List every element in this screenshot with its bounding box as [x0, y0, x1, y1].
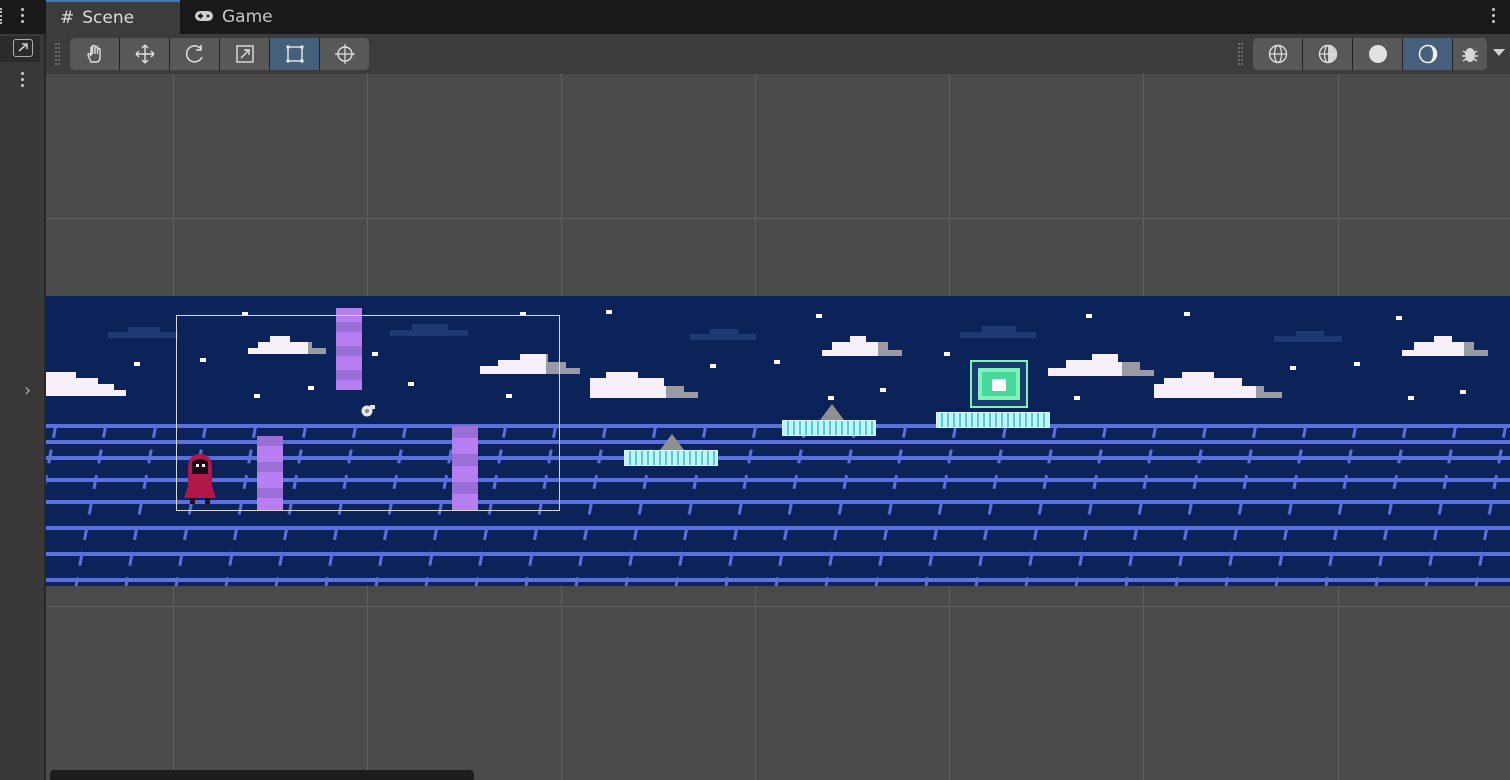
toolbar-grip-right-icon[interactable] — [1238, 43, 1243, 65]
star — [774, 360, 780, 364]
spike-hazard[interactable] — [660, 434, 684, 450]
star — [1290, 366, 1296, 370]
scene-view[interactable] — [46, 74, 1510, 780]
debug-dropdown-chevron-icon[interactable] — [1493, 49, 1505, 56]
tab-scene-label: Scene — [82, 8, 135, 28]
move-icon — [135, 44, 154, 64]
scale-tool-button[interactable] — [220, 38, 269, 70]
star — [880, 388, 886, 392]
star — [944, 352, 950, 356]
window-menu-icon[interactable] — [1488, 6, 1498, 26]
star — [1460, 390, 1466, 394]
bug-icon — [1462, 48, 1478, 62]
window-tab-bar: # Scene Game — [0, 0, 1510, 34]
shaded-wireframe-button[interactable] — [1303, 38, 1352, 70]
rotate-icon — [185, 45, 203, 63]
star — [606, 310, 612, 314]
star — [1184, 312, 1190, 316]
rotate-tool-button[interactable] — [170, 38, 219, 70]
grid-line — [46, 218, 1510, 219]
star — [710, 364, 716, 368]
shaded-wireframe-sphere-icon — [1318, 44, 1337, 64]
pane-menu-icon[interactable] — [17, 6, 27, 26]
transform-icon — [334, 44, 355, 64]
transform-tool-button[interactable] — [320, 38, 369, 70]
star — [1086, 314, 1092, 318]
unlit-shading-button[interactable] — [1403, 38, 1452, 70]
shaded-button[interactable] — [1353, 38, 1402, 70]
debug-mode-button[interactable] — [1453, 38, 1487, 70]
expand-panel-icon[interactable]: › — [24, 380, 31, 401]
tab-game[interactable]: Game — [194, 0, 273, 34]
hash-icon: # — [60, 8, 75, 28]
overlay-menu-icon[interactable] — [17, 70, 27, 90]
tab-game-label: Game — [222, 7, 273, 27]
ice-platform[interactable] — [782, 420, 876, 436]
wireframe-sphere-icon — [1268, 44, 1287, 64]
star — [1354, 362, 1360, 366]
portal-inner — [978, 368, 1020, 400]
star — [1074, 396, 1080, 400]
camera-bounds-frame — [176, 315, 560, 511]
spike-hazard[interactable] — [820, 404, 844, 420]
shaded-sphere-icon — [1368, 45, 1387, 63]
gamepad-icon — [194, 7, 214, 27]
transform-tools-group — [70, 38, 369, 70]
pane-grip-icon[interactable] — [0, 8, 6, 24]
star — [816, 314, 822, 318]
unlit-sphere-icon — [1418, 44, 1437, 64]
scale-icon — [235, 45, 254, 63]
wireframe-shading-button[interactable] — [1253, 38, 1302, 70]
rect-transform-icon — [286, 45, 303, 63]
bottom-overlay-toolbar[interactable] — [50, 770, 474, 780]
hand-icon — [86, 44, 101, 63]
star — [134, 362, 140, 366]
shading-modes-group — [1253, 38, 1487, 70]
overlay-toggle[interactable] — [0, 36, 40, 62]
star — [1408, 396, 1414, 400]
toolbar-grip-icon[interactable] — [55, 43, 60, 65]
ice-platform[interactable] — [624, 450, 718, 466]
goal-portal[interactable] — [970, 360, 1028, 408]
star — [828, 396, 834, 400]
move-tool-button[interactable] — [120, 38, 169, 70]
tab-scene[interactable]: # Scene — [46, 0, 180, 34]
portal-core — [992, 379, 1006, 391]
hand-tool-button[interactable] — [70, 38, 119, 70]
left-side-strip — [0, 34, 46, 780]
grid-line — [46, 606, 1510, 607]
ice-platform[interactable] — [936, 412, 1050, 428]
rect-tool-button[interactable] — [270, 38, 319, 70]
overlay-toggle-icon — [13, 39, 33, 57]
star — [1396, 316, 1402, 320]
scene-toolbar — [46, 34, 1510, 74]
